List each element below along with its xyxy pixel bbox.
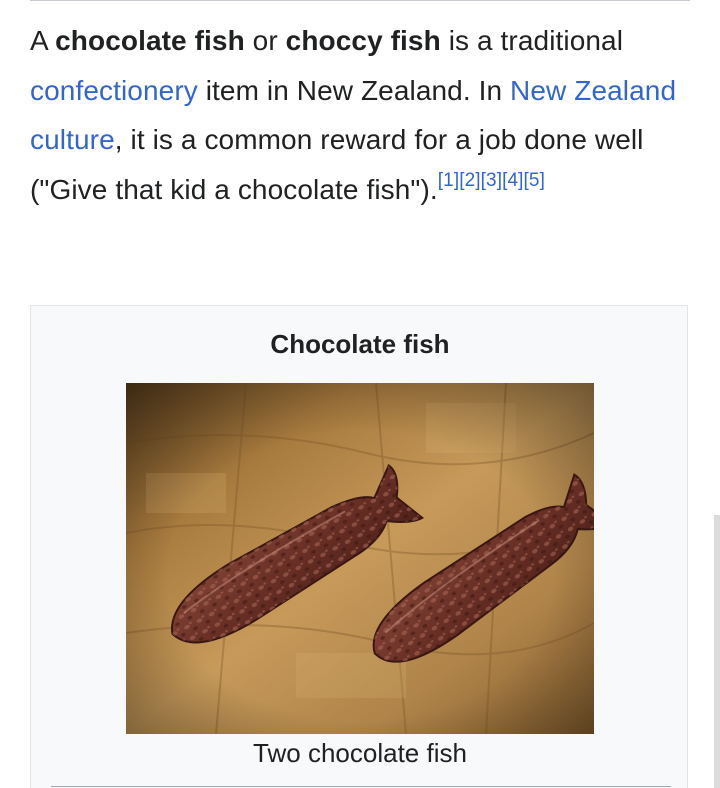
reference-3[interactable]: [3] bbox=[481, 170, 502, 191]
infobox: Chocolate fish Two chocolate fish bbox=[30, 305, 688, 788]
term-choccy-fish: choccy fish bbox=[285, 25, 441, 56]
scrollbar[interactable] bbox=[714, 515, 720, 788]
intro-paragraph: A chocolate fish or choccy fish is a tra… bbox=[30, 16, 680, 214]
caption-divider bbox=[51, 786, 671, 787]
intro-text-5: , it is a common reward for a job done w… bbox=[30, 124, 644, 205]
reference-4[interactable]: [4] bbox=[502, 170, 523, 191]
intro-text-3: is a traditional bbox=[440, 25, 624, 56]
reference-2[interactable]: [2] bbox=[459, 170, 480, 191]
intro-text-2: or bbox=[244, 25, 286, 56]
top-divider bbox=[30, 0, 690, 1]
term-chocolate-fish: chocolate fish bbox=[55, 25, 245, 56]
reference-1[interactable]: [1] bbox=[438, 170, 459, 191]
reference-list: [1][2][3][4][5] bbox=[438, 170, 545, 191]
infobox-title: Chocolate fish bbox=[270, 329, 450, 359]
link-confectionery[interactable]: confectionery bbox=[30, 75, 198, 106]
reference-5[interactable]: [5] bbox=[524, 170, 545, 191]
intro-text-4: item in New Zealand. In bbox=[197, 74, 511, 106]
image-caption: Two chocolate fish bbox=[253, 738, 467, 768]
chocolate-fish-image[interactable] bbox=[126, 383, 594, 734]
intro-text-1: A bbox=[30, 25, 56, 56]
